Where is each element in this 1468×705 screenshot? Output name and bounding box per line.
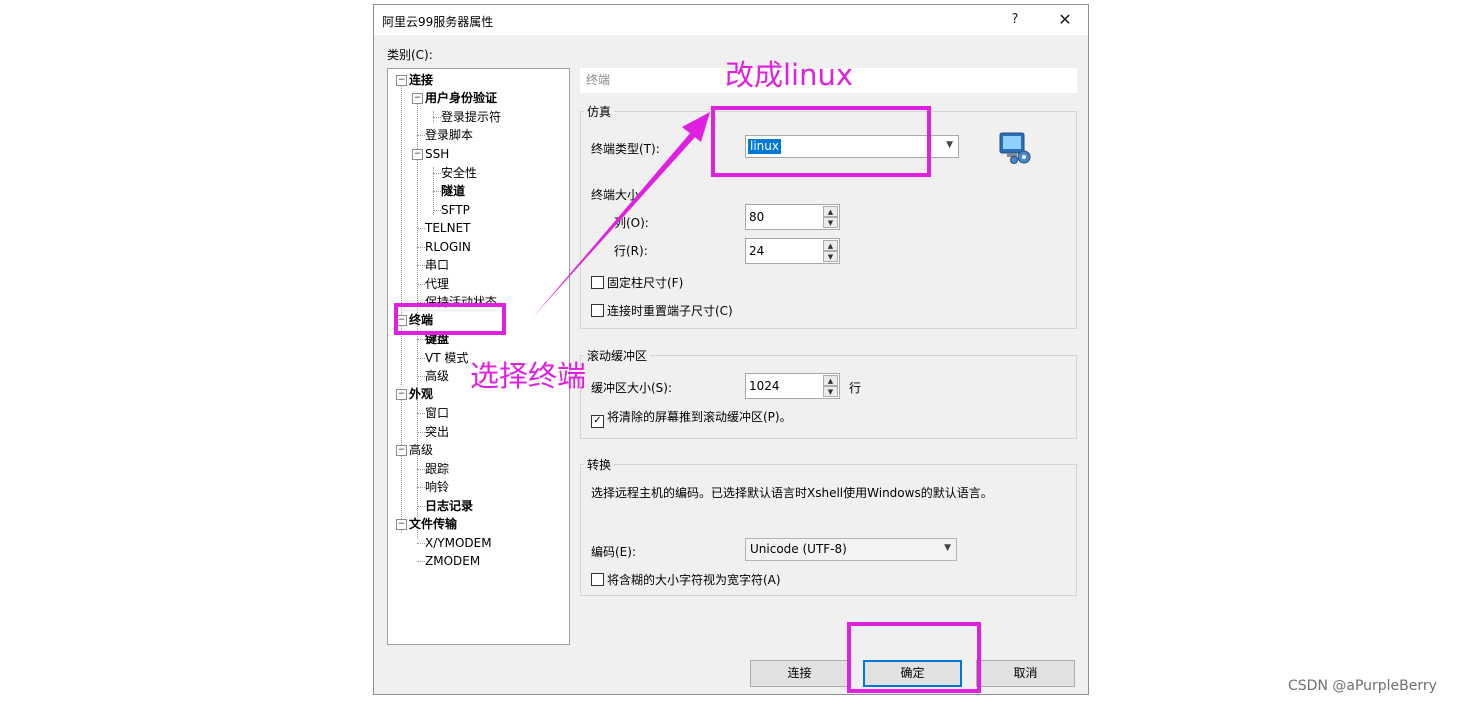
watermark: CSDN @aPurpleBerry xyxy=(1288,678,1437,694)
annotation-arrow xyxy=(533,112,710,317)
